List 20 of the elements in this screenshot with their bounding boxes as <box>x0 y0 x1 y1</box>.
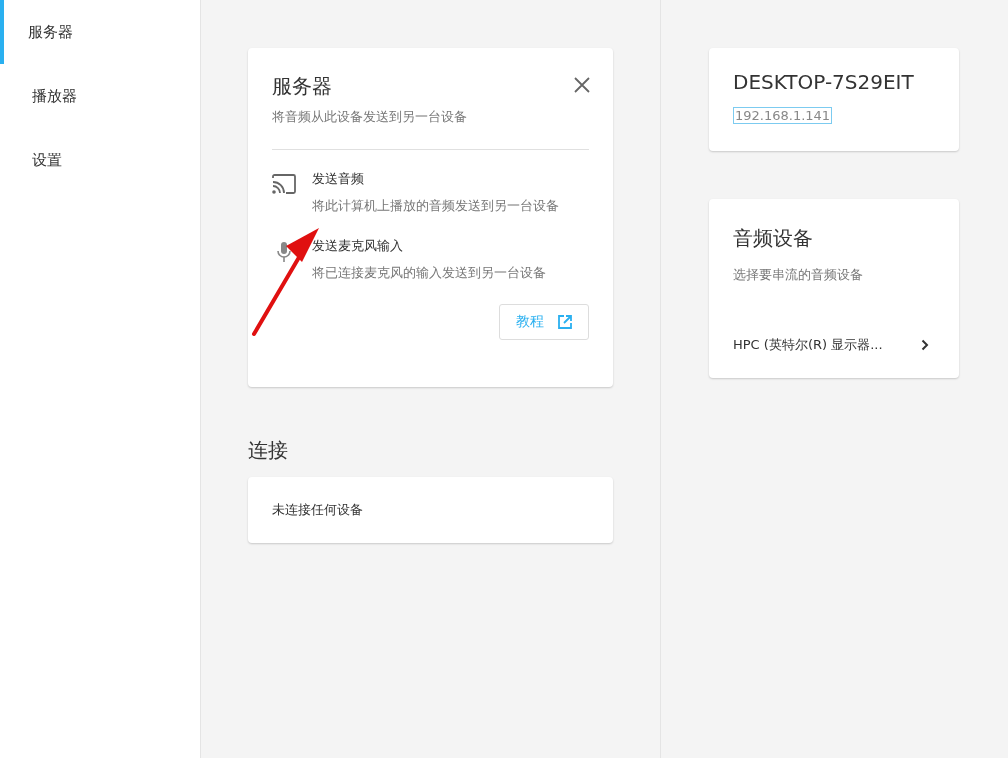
chevron-right-icon <box>921 339 929 351</box>
sidebar-item[interactable]: 服务器 <box>0 0 200 64</box>
option-title[interactable]: 发送音频 <box>312 170 559 188</box>
connection-status: 未连接任何设备 <box>272 501 363 519</box>
section-heading: 连接 <box>248 437 288 464</box>
external-link-icon <box>558 315 572 329</box>
host-name: DESKTOP-7S29EIT <box>733 70 914 94</box>
card-subtitle: 将音频从此设备发送到另一台设备 <box>272 108 468 126</box>
option-title[interactable]: 发送麦克风输入 <box>312 237 546 255</box>
sidebar-item[interactable]: 设置 <box>0 128 200 192</box>
close-icon <box>574 77 590 93</box>
card-title: 音频设备 <box>733 225 814 252</box>
audio-device-item[interactable]: HPC (英特尔(R) 显示器... <box>733 334 935 356</box>
card-title: 服务器 <box>272 73 332 100</box>
option-description: 将此计算机上播放的音频发送到另一台设备 <box>312 197 559 215</box>
sidebar-item[interactable]: 播放器 <box>0 64 200 128</box>
ip-address: 192.168.1.141 <box>733 107 833 124</box>
cast-icon <box>272 174 296 194</box>
card-subtitle: 选择要串流的音频设备 <box>733 266 864 284</box>
option-description: 将已连接麦克风的输入发送到另一台设备 <box>312 264 546 282</box>
